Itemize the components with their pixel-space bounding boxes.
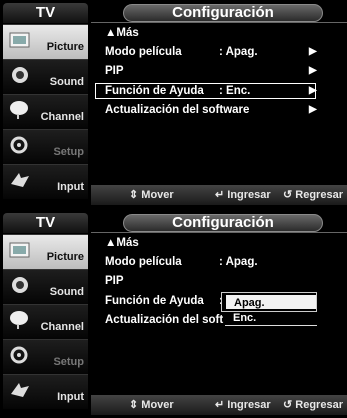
chevron-right-icon: ▶ [309,46,317,57]
hint-return: ↺ Regresar [283,395,343,415]
footer-hints: ⇕ Mover ↵ Ingresar ↺ Regresar [91,185,347,205]
setup-icon [9,345,31,365]
menu-item-more[interactable]: ▲Más [105,234,139,252]
menu-item-software-update[interactable]: Actualización del software ▶ [105,101,317,119]
chevron-right-icon: ▶ [309,104,317,115]
settings-menu: Configuración ▲Más Modo película : Apag.… [91,3,347,205]
menu-item-help-function[interactable]: Función de Ayuda : [105,292,223,310]
chevron-right-icon: ▶ [309,85,317,96]
menu-item-label: ▲Más [105,237,139,249]
settings-panel-2: TV Picture Sound Channel Setup Input Con… [0,210,347,416]
sidebar: TV Picture Sound Channel Setup Input [3,213,88,415]
sidebar-item-label: Input [57,391,84,403]
menu-item-label: Actualización del soft [105,314,224,326]
menu-item-software-update[interactable]: Actualización del soft [105,311,223,329]
menu-item-pip[interactable]: PIP [105,272,124,290]
menu-item-label: PIP [105,65,124,77]
title-divider [91,232,347,233]
tv-label: TV [3,213,88,233]
option-dropdown: Apag. Enc. [221,292,317,326]
enter-icon: ↵ [215,189,225,201]
sidebar-item-sound[interactable]: Sound [3,59,88,94]
sidebar-item-label: Channel [40,111,84,123]
hint-label: Mover [141,399,174,411]
footer-hints: ⇕ Mover ↵ Ingresar ↺ Regresar [91,395,347,415]
hint-enter: ↵ Ingresar [215,185,271,205]
menu-item-film-mode[interactable]: Modo película : Apag. [105,253,258,271]
menu-item-help-function[interactable]: Función de Ayuda : Enc. ▶ [105,82,317,100]
picture-icon [9,240,31,260]
sidebar-item-label: Setup [53,146,84,158]
menu-item-label: Actualización del software [105,104,250,116]
chevron-right-icon: ▶ [309,65,317,76]
hint-move: ⇕ Mover [129,395,174,415]
sidebar-item-label: Sound [49,76,84,88]
sidebar-item-label: Picture [46,41,84,53]
dropdown-frame [221,292,317,312]
dropdown-option-on[interactable]: Enc. [225,310,317,326]
sidebar-item-label: Sound [49,286,84,298]
move-icon: ⇕ [129,399,139,411]
tv-label: TV [3,3,88,23]
page-title: Configuración [172,4,274,21]
hint-label: Regresar [295,189,343,201]
hint-label: Ingresar [227,399,271,411]
sidebar-item-setup[interactable]: Setup [3,339,88,374]
move-icon: ⇕ [129,189,139,201]
sound-icon [9,275,31,295]
title-bar: Configuración [91,3,347,23]
title-bar: Configuración [91,213,347,233]
sidebar-item-label: Input [57,181,84,193]
menu-item-more[interactable]: ▲Más [105,24,139,42]
input-icon [9,170,31,190]
channel-icon [9,100,31,120]
menu-item-value: : Apag. [219,46,258,58]
input-icon [9,380,31,400]
settings-panel-1: TV Picture Sound Channel Setup Input Con… [0,0,347,206]
menu-item-pip[interactable]: PIP ▶ [105,62,317,80]
sidebar-item-label: Channel [40,321,84,333]
hint-return: ↺ Regresar [283,185,343,205]
sidebar-item-sound[interactable]: Sound [3,269,88,304]
hint-label: Mover [141,189,174,201]
sidebar-item-setup[interactable]: Setup [3,129,88,164]
return-icon: ↺ [283,399,293,411]
menu-item-label: ▲Más [105,27,139,39]
picture-icon [9,30,31,50]
sidebar-item-label: Setup [53,356,84,368]
sidebar-item-channel[interactable]: Channel [3,304,88,339]
hint-label: Regresar [295,399,343,411]
return-icon: ↺ [283,189,293,201]
menu-item-label: Modo película [105,46,182,58]
menu-item-label: Modo película [105,256,182,268]
sidebar: TV Picture Sound Channel Setup Input [3,3,88,205]
channel-icon [9,310,31,330]
hint-label: Ingresar [227,189,271,201]
sidebar-item-input[interactable]: Input [3,374,88,409]
menu-item-label: Función de Ayuda [105,295,204,307]
hint-move: ⇕ Mover [129,185,174,205]
menu-item-label: PIP [105,275,124,287]
page-title: Configuración [172,214,274,231]
menu-item-label: Función de Ayuda [105,85,204,97]
sidebar-item-picture[interactable]: Picture [3,24,88,59]
sidebar-item-input[interactable]: Input [3,164,88,199]
sound-icon [9,65,31,85]
sidebar-item-channel[interactable]: Channel [3,94,88,129]
setup-icon [9,135,31,155]
settings-menu: Configuración ▲Más Modo película : Apag.… [91,213,347,415]
sidebar-item-picture[interactable]: Picture [3,234,88,269]
title-divider [91,22,347,23]
enter-icon: ↵ [215,399,225,411]
menu-item-value: : Enc. [219,85,251,97]
menu-item-value: : Apag. [219,256,258,268]
sidebar-item-label: Picture [46,251,84,263]
hint-enter: ↵ Ingresar [215,395,271,415]
menu-item-film-mode[interactable]: Modo película : Apag. ▶ [105,43,317,61]
